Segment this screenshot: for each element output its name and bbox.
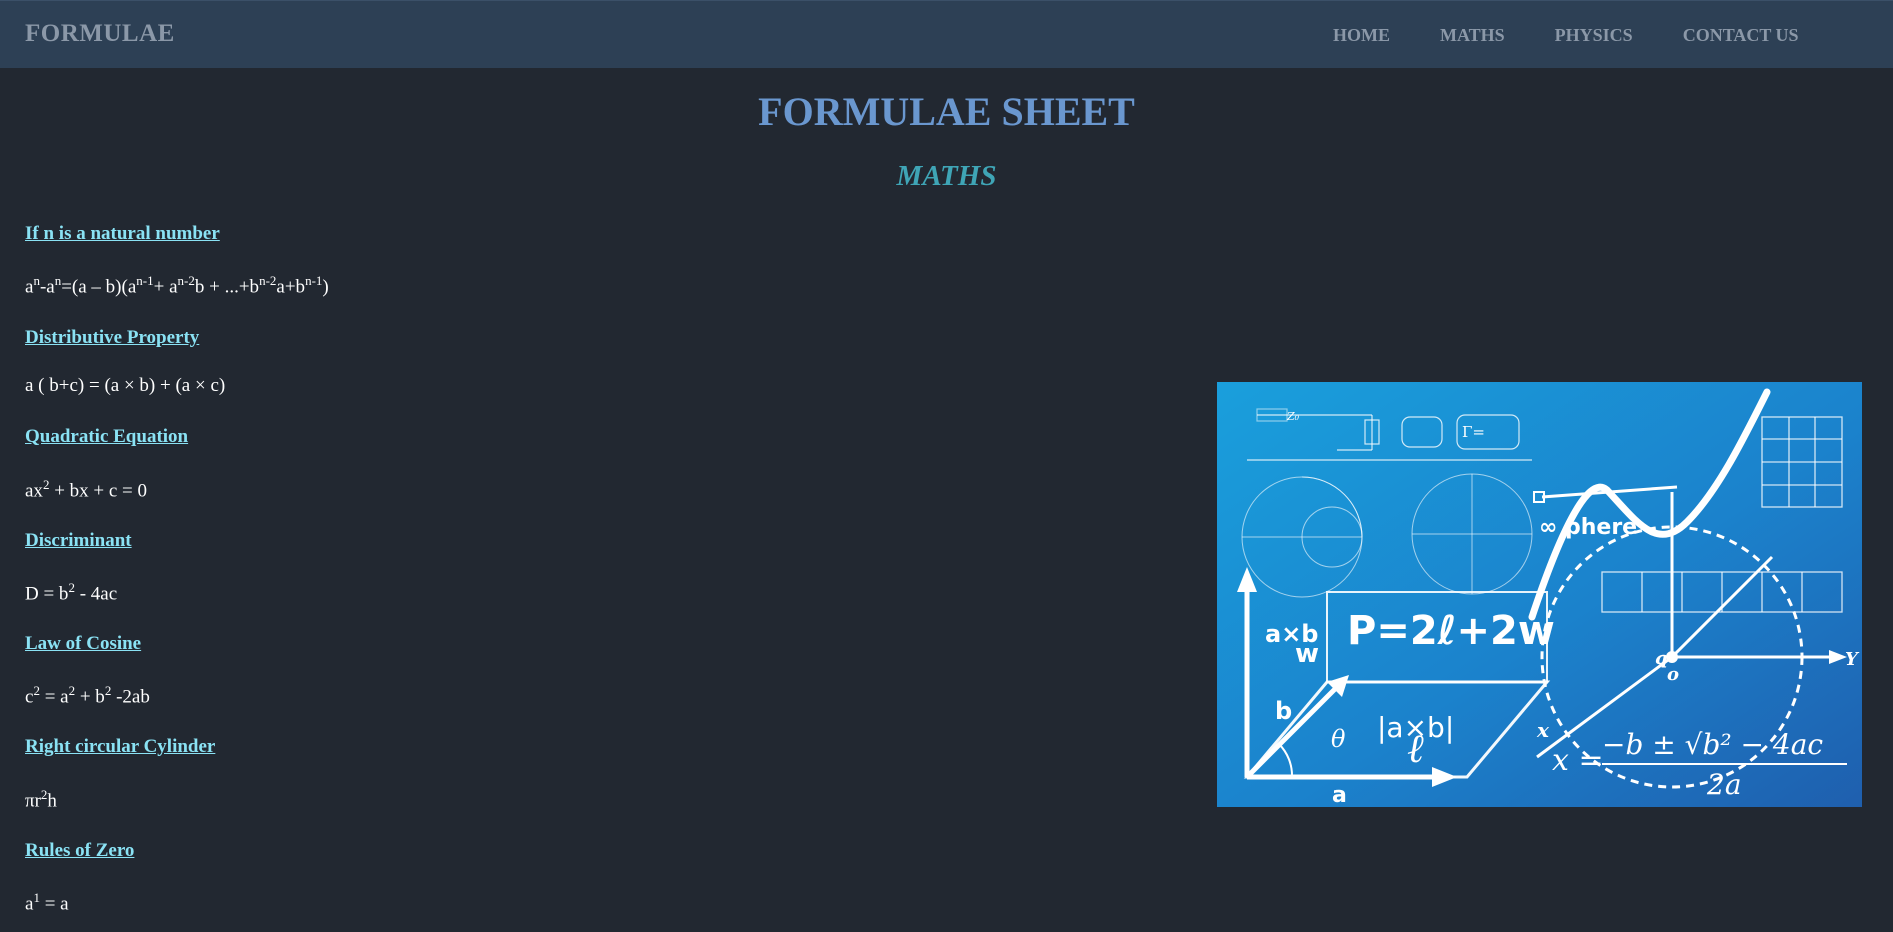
formula-text: = a [39,686,69,708]
nav-link-maths[interactable]: MATHS [1440,25,1505,46]
formula-discriminant: D = b2 - 4ac [25,580,117,605]
formula-text: + a [153,276,178,298]
topic-heading-quadratic-equation[interactable]: Quadratic Equation [25,426,188,448]
quadratic-denominator: 2a [1706,768,1742,801]
topic-heading-natural-number[interactable]: If n is a natural number [25,223,220,245]
formula-natural-number: an-an=(a – b)(an-1+ an-2b + ...+bn-2a+bn… [25,273,329,298]
formula-text: h [47,790,57,812]
formula-right-circular-cylinder: πr2h [25,787,57,812]
formula-text: a+b [276,276,306,298]
a-label: a [1332,783,1347,807]
formula-superscript: n-2 [259,273,277,288]
formula-superscript: n-1 [305,273,323,288]
perimeter-equation: P=2ℓ+2w [1347,608,1555,654]
math-illustration-image: Z₀ Γ= ∞ phere Y x q o P=2ℓ+2w a×b w |a×b… [1217,382,1862,807]
formula-distributive-property: a ( b+c) = (a × b) + (a × c) [25,375,225,397]
math-illustration-svg: Z₀ Γ= ∞ phere Y x q o P=2ℓ+2w a×b w |a×b… [1217,382,1862,807]
origin-label: o [1667,664,1679,685]
formula-text: =(a – b)(a [61,276,137,298]
formula-text: + bx + c = 0 [49,480,148,502]
y-axis-label: Y [1845,649,1860,670]
formula-text: ) [322,276,329,298]
top-navbar: FORMULAE HOME MATHS PHYSICS CONTACT US [0,0,1893,68]
quadratic-numerator: −b ± √b² − 4ac [1602,728,1823,761]
quadratic-lhs: x = [1552,743,1604,778]
theta-label: θ [1331,725,1346,753]
formula-law-of-cosine: c2 = a2 + b2 -2ab [25,683,150,708]
topic-heading-discriminant[interactable]: Discriminant [25,530,132,552]
gamma-label: Γ= [1462,423,1485,441]
formula-text: D = b [25,583,69,605]
nav-link-home[interactable]: HOME [1333,25,1390,46]
formula-rules-of-zero: a1 = a [25,890,69,915]
formula-text: -2ab [111,686,150,708]
topic-heading-right-circular-cylinder[interactable]: Right circular Cylinder [25,736,215,758]
formula-text: a ( b+c) = (a × b) + (a × c) [25,375,226,396]
topic-heading-law-of-cosine[interactable]: Law of Cosine [25,633,141,655]
formula-text: + b [75,686,105,708]
nav-link-contact-us[interactable]: CONTACT US [1683,25,1799,46]
nav-link-physics[interactable]: PHYSICS [1555,25,1633,46]
topic-heading-distributive-property[interactable]: Distributive Property [25,327,199,349]
formula-superscript: n-2 [177,273,195,288]
formula-text: b + ...+b [194,276,260,298]
q-label: q [1655,648,1668,669]
origin-point [1666,651,1678,663]
section-title-maths: MATHS [896,160,997,192]
formula-text: = a [39,893,69,915]
topic-heading-rules-of-zero[interactable]: Rules of Zero [25,840,134,862]
ell-label: ℓ [1407,726,1424,772]
formula-quadratic-equation: ax2 + bx + c = 0 [25,477,147,502]
b-label: b [1275,697,1292,725]
formula-text: πr [25,790,41,812]
formula-superscript: n-1 [136,273,154,288]
sphere-label: ∞ phere [1539,515,1637,540]
formula-text: ax [25,480,43,502]
z0-label: Z₀ [1286,410,1300,423]
formula-text: - 4ac [74,583,118,605]
formula-text: -a [39,276,55,298]
w-label: w [1295,639,1319,669]
page-title: FORMULAE SHEET [758,89,1135,134]
brand-logo-text[interactable]: FORMULAE [25,20,175,48]
nav-links: HOME MATHS PHYSICS CONTACT US [1333,25,1799,46]
x-axis-label: x [1536,718,1550,742]
